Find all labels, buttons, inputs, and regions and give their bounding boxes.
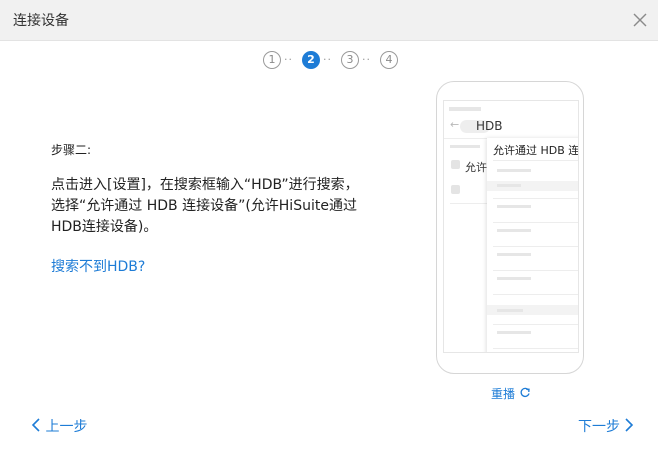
divider xyxy=(493,198,578,199)
step-description: 点击进入[设置]，在搜索框输入“HDB”进行搜索，选择“允许通过 HDB 连接设… xyxy=(51,177,359,235)
next-step-label: 下一步 xyxy=(578,419,620,435)
step-indicator: 1 ·· 2 ·· 3 ·· 4 xyxy=(0,51,658,71)
divider xyxy=(493,160,578,161)
previous-step-button[interactable]: 上一步 xyxy=(31,416,87,436)
chevron-left-icon xyxy=(31,418,41,436)
divider xyxy=(493,324,578,325)
list-placeholder xyxy=(497,331,531,334)
list-placeholder xyxy=(497,169,531,172)
chevron-right-icon xyxy=(624,418,634,436)
dialog-title: 连接设备 xyxy=(13,13,69,29)
divider xyxy=(450,203,490,204)
close-button[interactable] xyxy=(631,11,649,29)
divider xyxy=(493,348,578,349)
refresh-icon xyxy=(519,387,531,402)
list-placeholder xyxy=(497,277,531,280)
search-suggestion-panel: 允许通过 HDB 连接设备 xyxy=(487,138,579,352)
divider xyxy=(493,270,578,271)
list-placeholder xyxy=(497,309,523,312)
divider xyxy=(493,246,578,247)
divider xyxy=(493,294,578,295)
status-bar-placeholder xyxy=(449,107,481,111)
connect-device-dialog: 连接设备 1 ·· 2 ·· 3 ·· 4 步骤二: 点击进入[设置]，在搜索框… xyxy=(0,0,658,449)
hdb-help-link[interactable]: 搜索不到HDB? xyxy=(51,256,145,276)
checkbox-placeholder xyxy=(451,185,460,194)
step-3: 3 xyxy=(341,51,359,69)
list-placeholder xyxy=(497,253,531,256)
list-placeholder xyxy=(497,229,531,232)
step-2-active: 2 xyxy=(302,51,320,69)
list-placeholder xyxy=(497,184,521,187)
previous-step-label: 上一步 xyxy=(45,419,88,435)
setting-item-text: 允许 xyxy=(465,161,487,174)
step-4: 4 xyxy=(380,51,398,69)
search-suggestion: 允许通过 HDB 连接设备 xyxy=(493,144,579,157)
search-box-text: HDB xyxy=(476,119,503,133)
step-1: 1 xyxy=(263,51,281,69)
step-separator: ·· xyxy=(284,53,293,66)
phone-screen: ← HDB 允许 允许通过 HDB 连接设备 xyxy=(443,100,579,353)
back-arrow-icon: ← xyxy=(450,118,460,131)
replay-button[interactable]: 重播 xyxy=(491,385,531,402)
checkbox-placeholder xyxy=(451,160,460,169)
replay-label: 重播 xyxy=(491,387,516,401)
step-separator: ·· xyxy=(362,53,371,66)
step-label: 步骤二: xyxy=(51,143,92,157)
step-separator: ·· xyxy=(323,53,332,66)
list-placeholder xyxy=(497,205,531,208)
section-placeholder xyxy=(450,145,480,148)
close-icon xyxy=(631,11,649,29)
title-bar: 连接设备 xyxy=(0,0,658,41)
next-step-button[interactable]: 下一步 xyxy=(578,416,634,436)
divider xyxy=(493,222,578,223)
